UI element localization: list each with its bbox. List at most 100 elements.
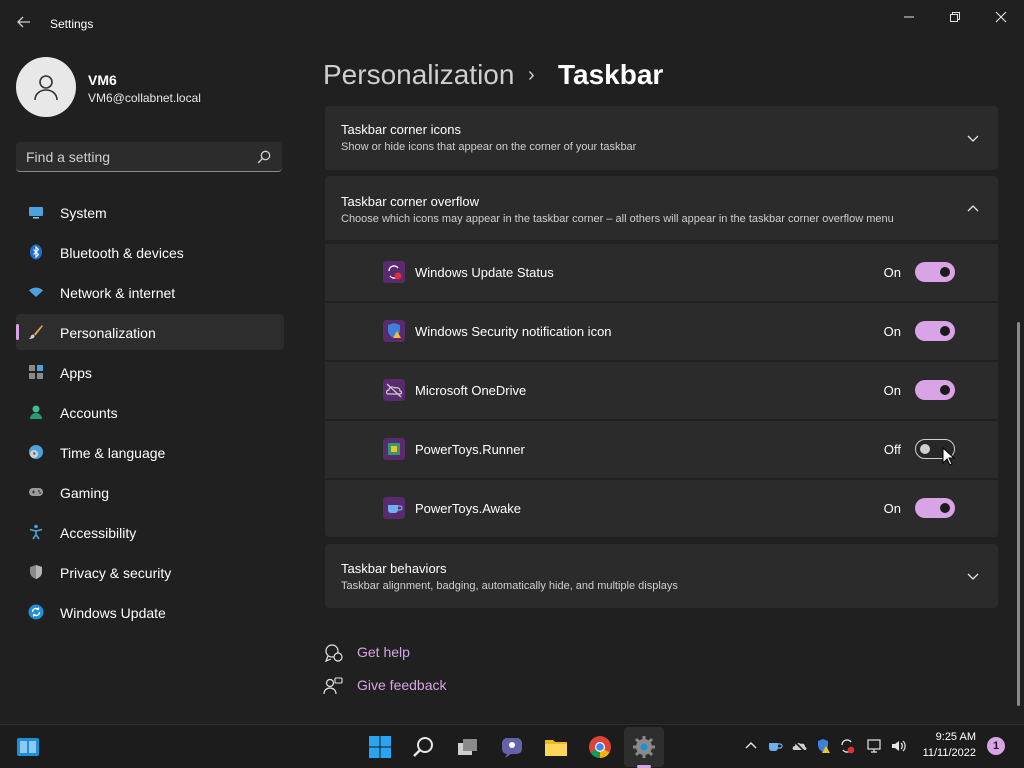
taskbar-behaviors-card[interactable]: Taskbar behaviors Taskbar alignment, bad…: [325, 544, 998, 608]
sidebar-item-bluetooth[interactable]: Bluetooth & devices: [16, 234, 284, 270]
search-icon: [257, 150, 271, 164]
card-description: Show or hide icons that appear on the co…: [341, 141, 637, 153]
sidebar-item-time-language[interactable]: Time & language: [16, 434, 284, 470]
back-button[interactable]: [14, 14, 34, 34]
toggle-switch[interactable]: [915, 321, 955, 341]
mouse-cursor-icon: [942, 447, 956, 466]
scrollbar[interactable]: [1017, 322, 1020, 706]
toggle-switch[interactable]: [915, 380, 955, 400]
toggle-switch[interactable]: [915, 262, 955, 282]
card-description: Choose which icons may appear in the tas…: [341, 213, 894, 225]
get-help-link[interactable]: Get help: [323, 641, 463, 665]
sidebar-item-personalization[interactable]: Personalization: [16, 314, 284, 350]
toggle-knob: [940, 503, 950, 513]
security-tray-icon[interactable]: [815, 738, 831, 754]
sidebar-item-accounts[interactable]: Accounts: [16, 394, 284, 430]
taskbar-corner-icons-card[interactable]: Taskbar corner icons Show or hide icons …: [325, 106, 998, 170]
chevron-down-icon[interactable]: [966, 569, 980, 583]
network-icon[interactable]: [867, 738, 883, 754]
sidebar-item-label: Gaming: [60, 485, 110, 501]
restore-button[interactable]: [932, 6, 978, 28]
sidebar-item-label: Time & language: [60, 445, 166, 461]
card-description: Taskbar alignment, badging, automaticall…: [341, 580, 678, 592]
chrome-icon[interactable]: [588, 735, 612, 759]
close-icon: [995, 11, 1007, 23]
toggle-knob: [940, 385, 950, 395]
search-placeholder: Find a setting: [26, 149, 111, 165]
settings-gear-icon[interactable]: [632, 735, 656, 759]
clock-time[interactable]: 9:25 AM: [930, 731, 976, 743]
sidebar-item-label: Network & internet: [60, 285, 176, 301]
taskbar-corner-overflow-card[interactable]: Taskbar corner overflow Choose which ico…: [325, 176, 998, 240]
person-icon: [30, 405, 42, 419]
monitor-icon: [29, 207, 43, 219]
close-button[interactable]: [978, 6, 1024, 28]
sidebar-item-network[interactable]: Network & internet: [16, 274, 284, 310]
settings-window: Settings VM6 VM6@collabnet.local Find a …: [0, 0, 1024, 724]
give-feedback-link[interactable]: Give feedback: [323, 674, 483, 698]
chevron-down-icon[interactable]: [966, 131, 980, 145]
sidebar-item-gaming[interactable]: Gaming: [16, 474, 284, 510]
toggle-state-label: On: [883, 383, 901, 398]
row-label: Windows Security notification icon: [415, 324, 612, 339]
sidebar-item-label: Personalization: [60, 325, 156, 341]
volume-icon[interactable]: [891, 738, 907, 754]
user-email: VM6@collabnet.local: [88, 91, 201, 105]
user-icon: [34, 75, 58, 101]
sync-icon: [28, 604, 44, 620]
overflow-row-powertoys-runner: PowerToys.Runner Off: [325, 421, 998, 478]
chat-icon[interactable]: [500, 735, 524, 759]
overflow-row-onedrive: Microsoft OneDrive On: [325, 362, 998, 419]
sidebar-item-label: Accounts: [60, 405, 118, 421]
page-title: Taskbar: [558, 59, 664, 90]
chevron-up-icon[interactable]: [743, 738, 759, 754]
breadcrumb-separator: ›: [528, 64, 535, 86]
file-explorer-icon[interactable]: [544, 735, 568, 759]
sidebar-item-system[interactable]: System: [16, 194, 284, 230]
sidebar-nav: System Bluetooth & devices Network & int…: [16, 194, 284, 634]
clock-date[interactable]: 11/11/2022: [920, 747, 976, 759]
card-title: Taskbar corner overflow: [341, 194, 479, 209]
overflow-row-windows-update-status: Windows Update Status On: [325, 244, 998, 301]
card-title: Taskbar corner icons: [341, 122, 461, 137]
toggle-state-label: On: [883, 265, 901, 280]
overflow-row-windows-security: Windows Security notification icon On: [325, 303, 998, 360]
powertoys-awake-tray-icon[interactable]: [767, 738, 783, 754]
search-icon[interactable]: [412, 735, 436, 759]
user-name: VM6: [88, 72, 117, 88]
start-icon[interactable]: [368, 735, 392, 759]
minimize-icon: [904, 16, 914, 18]
task-view-icon[interactable]: [456, 735, 480, 759]
onedrive-icon: [383, 379, 405, 401]
sidebar-item-privacy[interactable]: Privacy & security: [16, 554, 284, 590]
shield-icon: [30, 565, 42, 579]
sidebar-item-label: Apps: [60, 365, 92, 381]
onedrive-tray-icon[interactable]: [791, 738, 807, 754]
windows-security-icon: [383, 320, 405, 342]
row-label: Windows Update Status: [415, 265, 554, 280]
sidebar-item-accessibility[interactable]: Accessibility: [16, 514, 284, 550]
toggle-switch[interactable]: [915, 498, 955, 518]
windows-update-tray-icon[interactable]: [839, 738, 855, 754]
avatar[interactable]: [16, 57, 76, 117]
back-arrow-icon: [17, 16, 30, 28]
bluetooth-icon: [30, 244, 42, 260]
windows-update-status-icon: [383, 261, 405, 283]
breadcrumb-parent[interactable]: Personalization: [323, 59, 514, 91]
give-feedback-label: Give feedback: [357, 677, 447, 693]
clock-globe-icon: [29, 445, 43, 459]
chevron-up-icon[interactable]: [966, 202, 980, 216]
minimize-button[interactable]: [886, 6, 932, 28]
search-input[interactable]: Find a setting: [16, 142, 282, 172]
sidebar-item-windows-update[interactable]: Windows Update: [16, 594, 284, 630]
powertoys-runner-icon: [383, 438, 405, 460]
help-chat-icon: [324, 644, 343, 663]
widgets-icon[interactable]: [16, 735, 40, 759]
row-label: Microsoft OneDrive: [415, 383, 527, 398]
apps-icon: [29, 365, 43, 379]
powertoys-awake-icon: [383, 497, 405, 519]
notification-badge[interactable]: 1: [987, 737, 1005, 755]
toggle-knob: [920, 444, 930, 454]
sidebar-item-apps[interactable]: Apps: [16, 354, 284, 390]
feedback-icon: [323, 677, 343, 695]
